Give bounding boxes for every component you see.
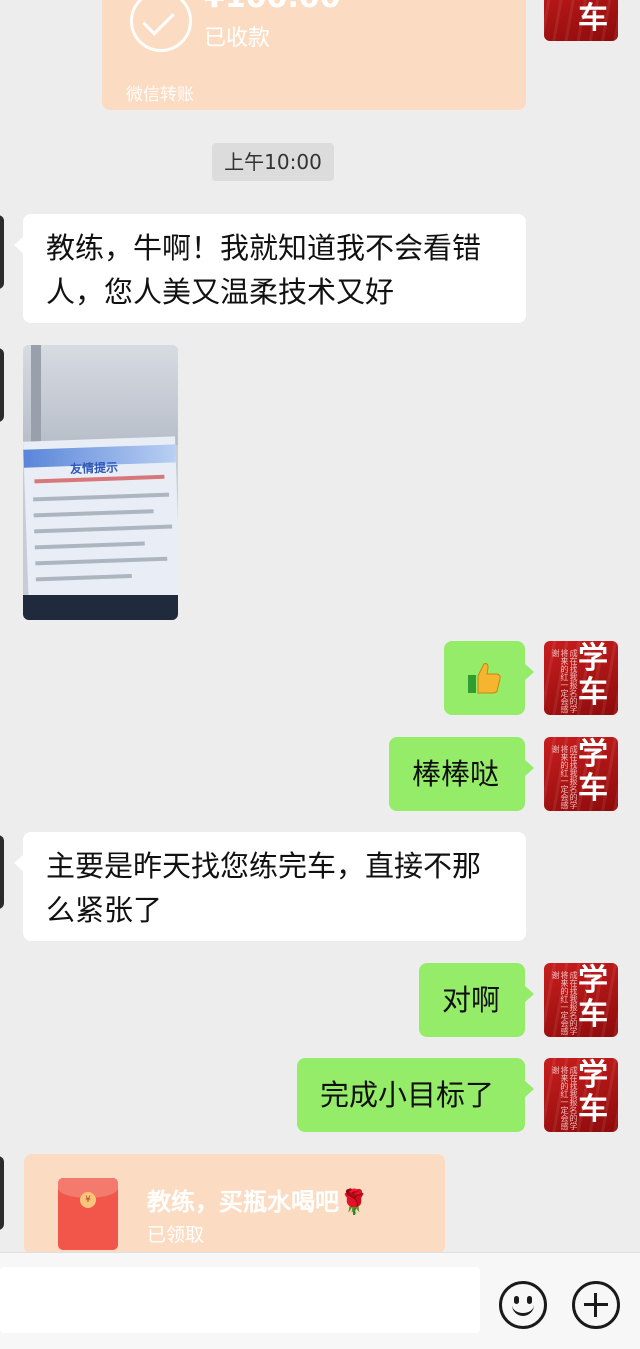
message-text: 对啊 xyxy=(442,983,501,1017)
message-input[interactable] xyxy=(0,1267,480,1333)
timestamp: 上午10:00 xyxy=(212,143,334,181)
input-bar xyxy=(0,1252,640,1349)
emoji-mouth xyxy=(512,1304,534,1316)
contact-avatar[interactable] xyxy=(0,215,4,289)
avatar-char-top: 学 xyxy=(578,641,608,676)
contact-avatar[interactable] xyxy=(0,348,4,422)
red-packet-card[interactable]: ¥ 教练，买瓶水喝吧🌹 已领取 xyxy=(24,1154,445,1254)
transfer-status: 已收款 xyxy=(204,26,271,51)
avatar-char-bottom: 车 xyxy=(578,1,608,36)
contact-avatar[interactable] xyxy=(0,1156,4,1230)
photo-message[interactable]: 友情提示 xyxy=(23,345,178,620)
my-avatar[interactable]: 成在找我报名的学 将来的红一定会感谢 学 车 xyxy=(544,641,618,715)
photo-notice-paper: 友情提示 xyxy=(23,436,178,612)
check-circle-icon xyxy=(130,0,192,52)
contact-avatar[interactable] xyxy=(0,835,4,909)
message-text: 完成小目标了 xyxy=(320,1078,495,1112)
message-bubble[interactable]: 主要是昨天找您练完车，直接不那么紧张了 xyxy=(14,832,526,941)
photo-text-line xyxy=(35,573,132,582)
red-envelope-icon: ¥ xyxy=(58,1178,118,1250)
message-text: 棒棒哒 xyxy=(412,757,500,791)
avatar-char-top: 学 xyxy=(578,963,608,998)
avatar-char-top: 学 xyxy=(578,1058,608,1093)
avatar-side-text: 成在找我报名的学 将来的红一定会感谢 xyxy=(551,649,578,713)
photo-notice-title: 友情提示 xyxy=(69,460,119,477)
plus-icon[interactable] xyxy=(572,1281,620,1329)
message-bubble[interactable]: 完成小目标了 xyxy=(297,1058,534,1132)
thumbs-up-bubble[interactable] xyxy=(444,641,534,715)
avatar-char-bottom: 车 xyxy=(578,675,608,710)
red-packet-title: 教练，买瓶水喝吧🌹 xyxy=(147,1188,369,1216)
photo-window xyxy=(23,345,178,445)
message-text: 教练，牛啊！我就知道我不会看错人，您人美又温柔技术又好 xyxy=(46,231,482,309)
my-avatar[interactable]: 成在找我报名的学 将来的红一定会感谢 学 车 xyxy=(544,963,618,1037)
thumbs-up-icon xyxy=(468,663,501,694)
emoji-eye-left xyxy=(514,1296,519,1304)
avatar-char-bottom: 车 xyxy=(578,771,608,806)
transfer-amount: ¥100.00 xyxy=(204,0,341,13)
avatar-char-bottom: 车 xyxy=(578,1092,608,1127)
photo-text-line xyxy=(34,524,173,534)
message-bubble[interactable]: 教练，牛啊！我就知道我不会看错人，您人美又温柔技术又好 xyxy=(14,214,526,323)
message-bubble[interactable]: 棒棒哒 xyxy=(389,737,534,811)
red-packet-status: 已领取 xyxy=(147,1224,205,1246)
my-avatar[interactable]: 成在找我报名的学 将来的红一定会感谢 学 车 xyxy=(544,1058,618,1132)
photo-text-line xyxy=(35,556,168,566)
message-bubble[interactable]: 对啊 xyxy=(419,963,534,1037)
transfer-source: 微信转账 xyxy=(126,85,194,105)
photo-text-line xyxy=(33,509,154,518)
photo-seat xyxy=(23,595,178,620)
photo-notice-red-line xyxy=(34,474,165,484)
avatar-char-top: 学 xyxy=(578,737,608,772)
avatar-side-text: 成在找我报名的学 将来的红一定会感谢 xyxy=(551,1066,578,1130)
avatar-side-text: 成在找我报名的学 将来的红一定会感谢 xyxy=(551,745,578,809)
emoji-eye-right xyxy=(527,1296,532,1304)
emoji-button[interactable] xyxy=(499,1281,547,1329)
message-text: 主要是昨天找您练完车，直接不那么紧张了 xyxy=(46,849,482,927)
photo-text-line xyxy=(34,541,145,550)
transfer-card[interactable]: ¥100.00 已收款 微信转账 xyxy=(102,0,526,110)
avatar-char-bottom: 车 xyxy=(578,997,608,1032)
my-avatar[interactable]: 车 xyxy=(544,0,618,41)
avatar-side-text: 成在找我报名的学 将来的红一定会感谢 xyxy=(551,971,578,1035)
my-avatar[interactable]: 成在找我报名的学 将来的红一定会感谢 学 车 xyxy=(544,737,618,811)
photo-text-line xyxy=(33,492,170,502)
envelope-seal: ¥ xyxy=(80,1192,96,1208)
